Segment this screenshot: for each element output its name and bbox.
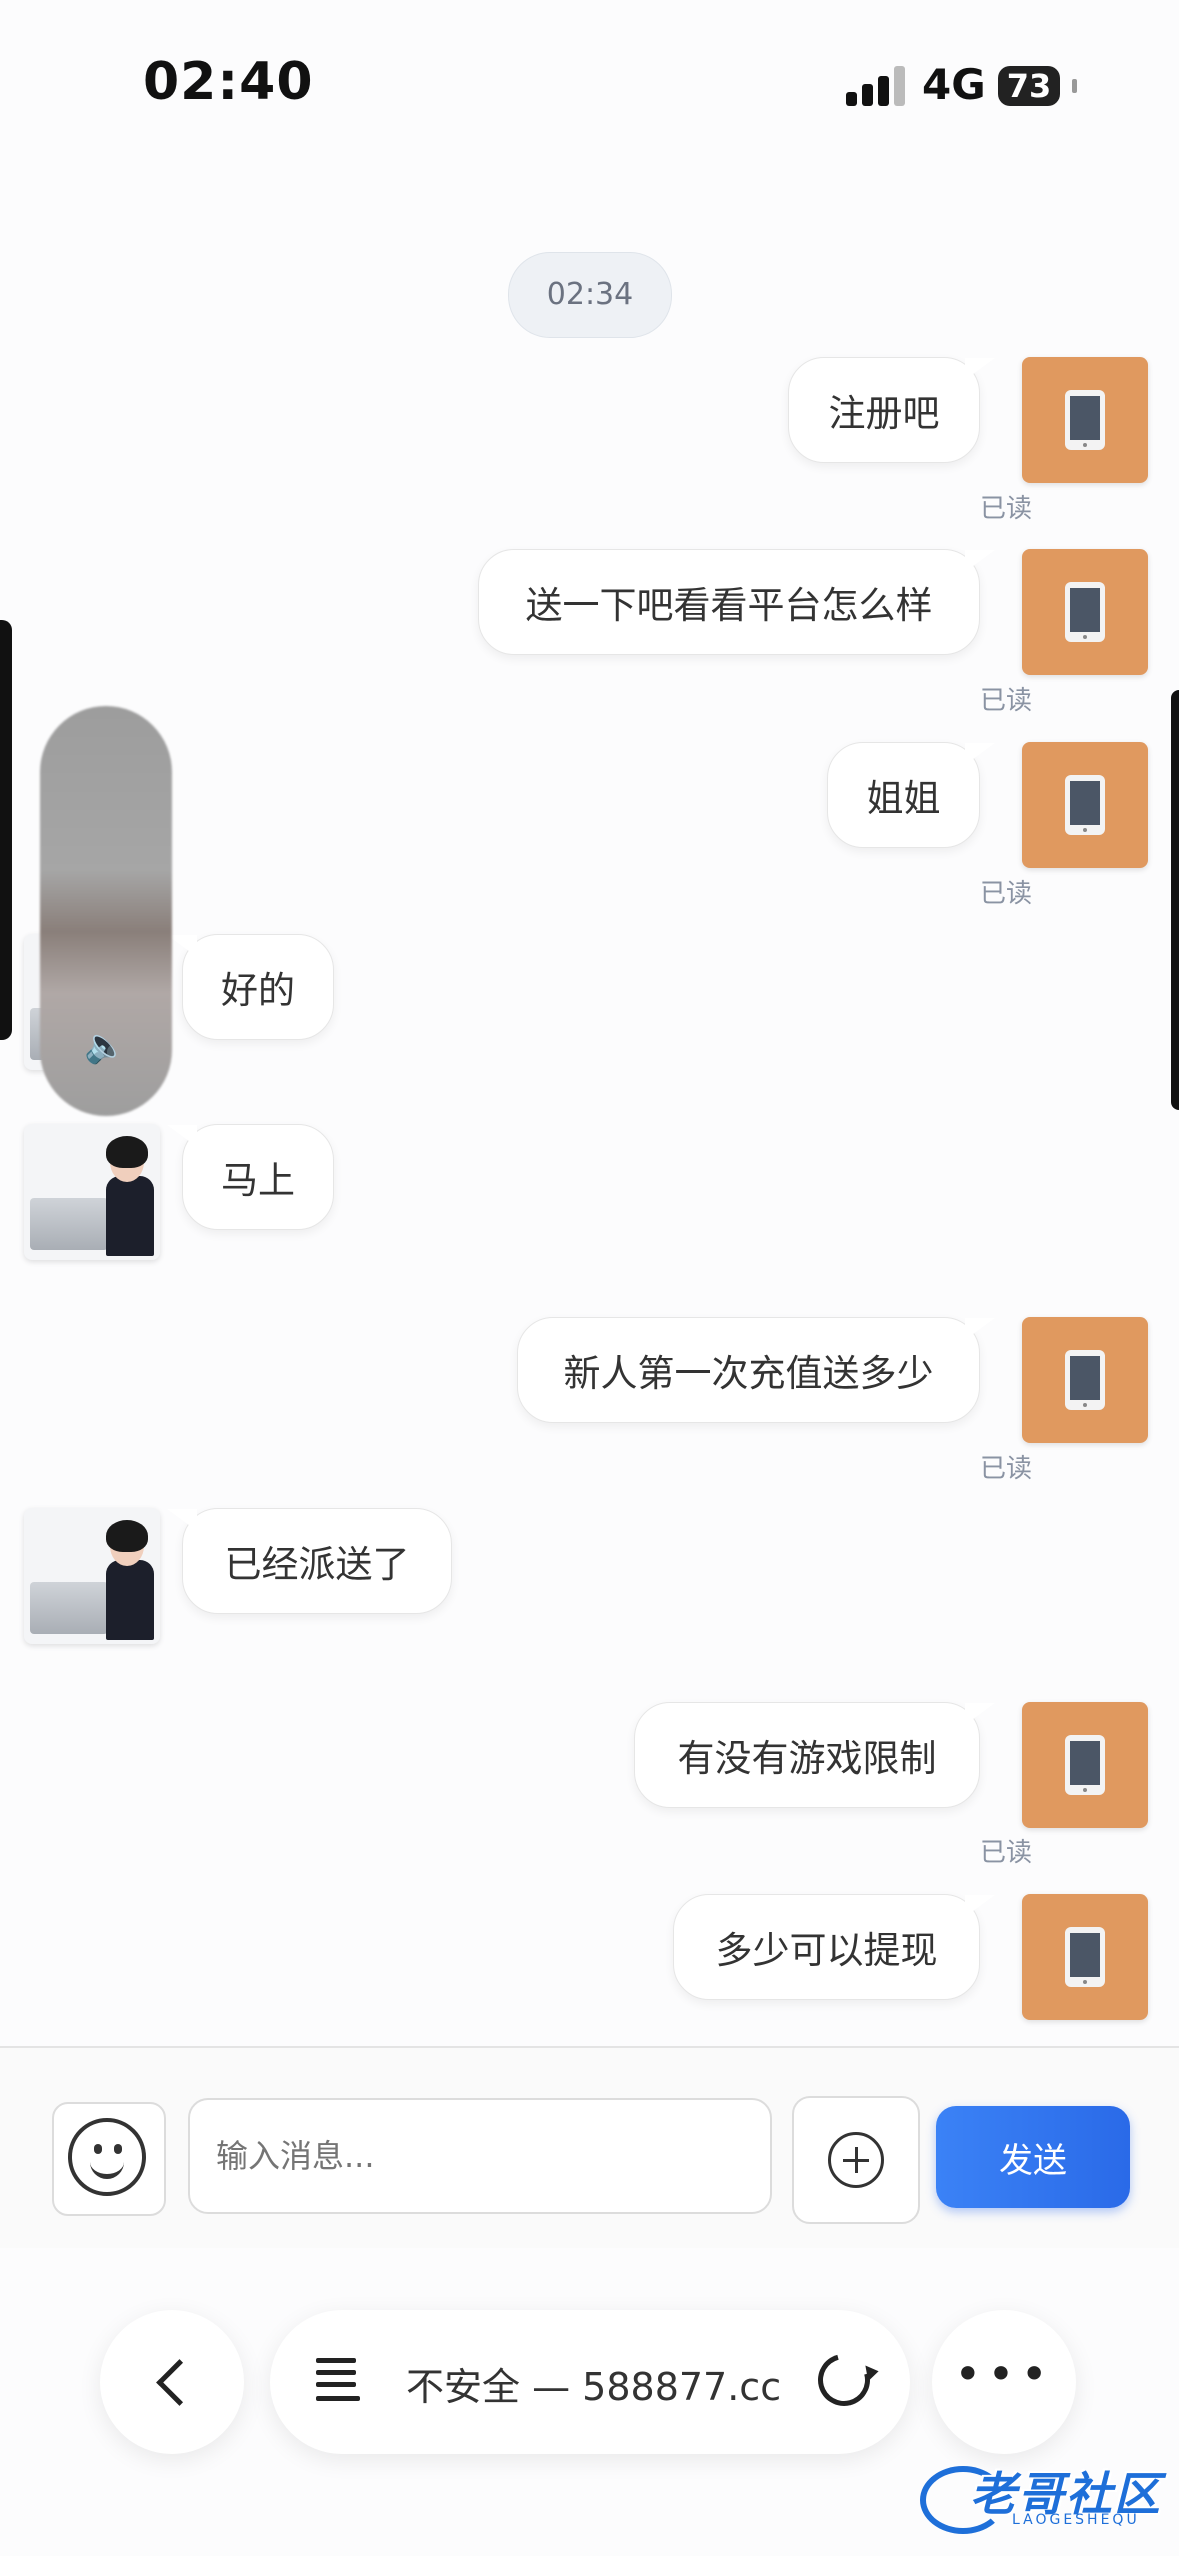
address-bar[interactable]: 不安全 — 588877.cc <box>270 2310 910 2454</box>
read-status: 已读 <box>980 1838 1033 1868</box>
url-text: 不安全 — 588877.cc <box>406 2365 782 2409</box>
plus-icon <box>828 2132 884 2188</box>
screen-edge <box>1171 690 1179 1110</box>
user-avatar[interactable] <box>1022 742 1148 868</box>
more-button[interactable]: ••• <box>932 2310 1076 2454</box>
tablet-icon <box>1065 390 1105 450</box>
agent-avatar[interactable] <box>24 1508 160 1644</box>
agent-hair <box>106 1520 148 1552</box>
message-bubble[interactable]: 多少可以提现 <box>673 1894 995 2000</box>
message-input[interactable] <box>188 2098 772 2214</box>
send-button[interactable]: 发送 <box>936 2106 1130 2208</box>
user-avatar[interactable] <box>1022 1702 1148 1828</box>
tablet-icon <box>1065 1735 1105 1795</box>
battery-icon: 73 <box>998 66 1060 106</box>
agent-laptop <box>30 1582 108 1634</box>
reader-icon[interactable] <box>316 2358 360 2406</box>
back-button[interactable] <box>100 2310 244 2454</box>
signal-icon <box>846 66 906 106</box>
watermark-logo: 老哥社区 LAOGESHEQU <box>920 2454 1170 2534</box>
tablet-icon <box>1065 1927 1105 1987</box>
message-bubble[interactable]: 马上 <box>167 1124 334 1230</box>
message-bubble[interactable]: 注册吧 <box>788 357 995 463</box>
user-avatar[interactable] <box>1022 1317 1148 1443</box>
message-bubble[interactable]: 新人第一次充值送多少 <box>517 1317 995 1423</box>
watermark-subtext: LAOGESHEQU <box>1012 2512 1140 2528</box>
reload-icon[interactable] <box>808 2344 880 2416</box>
chevron-left-icon <box>155 2358 203 2406</box>
tablet-icon <box>1065 775 1105 835</box>
more-dots-icon: ••• <box>954 2347 1054 2401</box>
smile-icon <box>68 2118 146 2196</box>
read-status: 已读 <box>980 686 1033 716</box>
agent-laptop <box>30 1198 108 1250</box>
attach-button[interactable] <box>792 2096 920 2224</box>
agent-body <box>106 1176 154 1256</box>
read-status: 已读 <box>980 1454 1033 1484</box>
message-bubble[interactable]: 有没有游戏限制 <box>634 1702 995 1808</box>
agent-hair <box>106 1136 148 1168</box>
user-avatar[interactable] <box>1022 357 1148 483</box>
message-bubble[interactable]: 好的 <box>167 934 334 1040</box>
user-avatar[interactable] <box>1022 1894 1148 2020</box>
agent-body <box>106 1560 154 1640</box>
user-avatar[interactable] <box>1022 549 1148 675</box>
status-time: 02:40 <box>143 52 314 112</box>
speaker-icon[interactable]: 🔈 <box>84 1026 130 1066</box>
message-bubble[interactable]: 姐姐 <box>827 742 995 848</box>
tablet-icon <box>1065 1350 1105 1410</box>
tablet-icon <box>1065 582 1105 642</box>
message-bubble[interactable]: 送一下吧看看平台怎么样 <box>478 549 995 655</box>
screen-edge <box>0 620 12 1040</box>
chat-timestamp: 02:34 <box>508 252 672 338</box>
emoji-button[interactable] <box>52 2102 166 2216</box>
message-bubble[interactable]: 已经派送了 <box>167 1508 452 1614</box>
read-status: 已读 <box>980 879 1033 909</box>
agent-avatar[interactable] <box>24 1124 160 1260</box>
network-type: 4G <box>922 60 986 109</box>
read-status: 已读 <box>980 494 1033 524</box>
battery-cap <box>1072 79 1077 93</box>
